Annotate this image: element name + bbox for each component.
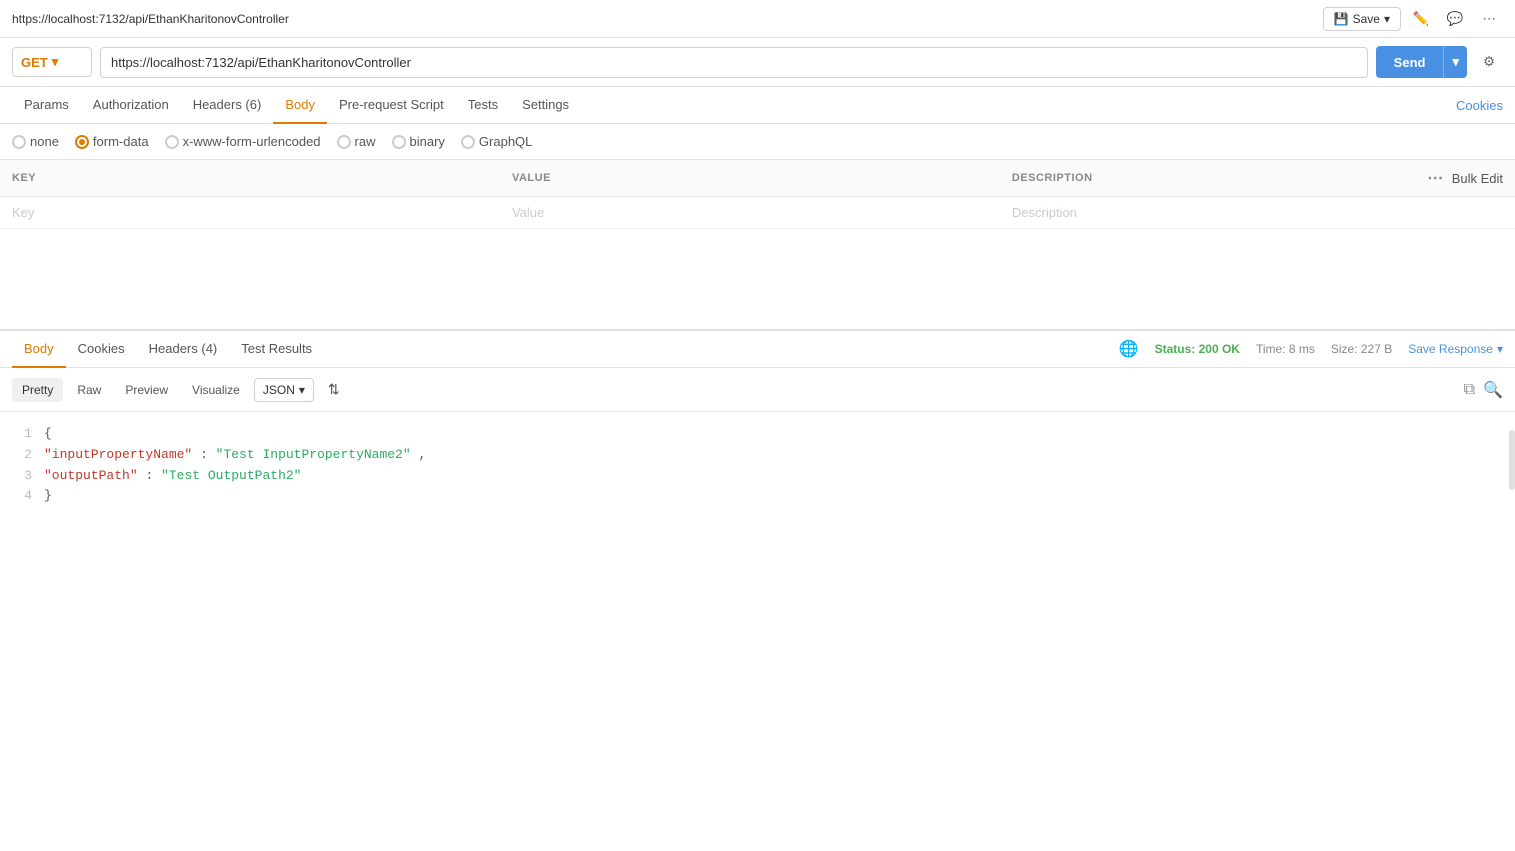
top-bar: https://localhost:7132/api/EthanKhariton…: [0, 0, 1515, 38]
send-chevron-icon[interactable]: ▾: [1443, 46, 1467, 78]
response-code-view: 1 { 2 "inputPropertyName" : "Test InputP…: [0, 412, 1515, 519]
send-button[interactable]: Send ▾: [1376, 46, 1467, 78]
code-line-4: 4 }: [12, 486, 1503, 507]
url-bar: GET ▾ Send ▾ ⚙: [0, 38, 1515, 87]
form-data-table: KEY VALUE DESCRIPTION ⋯ Bulk Edit: [0, 160, 1515, 229]
url-input[interactable]: [100, 47, 1368, 78]
sort-icon-button[interactable]: ⇅: [318, 376, 350, 403]
radio-graphql-icon: [461, 135, 475, 149]
table-row-placeholder: Key Value Description: [0, 197, 1515, 229]
top-bar-actions: 💾 Save ▾ ✏️ 💬 ⋯: [1323, 5, 1503, 33]
save-chevron-icon: ▾: [1384, 12, 1390, 26]
scrollbar[interactable]: [1509, 430, 1515, 490]
cookies-link[interactable]: Cookies: [1456, 98, 1503, 113]
resp-tab-cookies[interactable]: Cookies: [66, 331, 137, 368]
col-value: VALUE: [500, 160, 1000, 197]
response-section: Body Cookies Headers (4) Test Results 🌐 …: [0, 329, 1515, 519]
fmt-pretty[interactable]: Pretty: [12, 378, 63, 402]
response-time: Time: 8 ms: [1256, 342, 1315, 356]
code-line-2: 2 "inputPropertyName" : "Test InputPrope…: [12, 445, 1503, 466]
tab-settings[interactable]: Settings: [510, 87, 581, 124]
edit-icon-button[interactable]: ✏️: [1407, 5, 1435, 33]
tab-tests[interactable]: Tests: [456, 87, 510, 124]
response-tabs: Body Cookies Headers (4) Test Results 🌐 …: [0, 331, 1515, 368]
body-type-raw[interactable]: raw: [337, 134, 376, 149]
description-placeholder[interactable]: Description: [1000, 197, 1515, 229]
form-data-table-container: KEY VALUE DESCRIPTION ⋯ Bulk Edit: [0, 160, 1515, 229]
method-label: GET: [21, 55, 48, 70]
radio-formdata-icon: [75, 135, 89, 149]
method-chevron-icon: ▾: [52, 54, 59, 70]
body-type-selector: none form-data x-www-form-urlencoded raw…: [0, 124, 1515, 160]
response-status-area: 🌐 Status: 200 OK Time: 8 ms Size: 227 B …: [1119, 339, 1503, 359]
tab-prerequest[interactable]: Pre-request Script: [327, 87, 456, 124]
format-right-actions: ⧉ 🔍: [1464, 380, 1503, 400]
resp-tab-test-results[interactable]: Test Results: [229, 331, 324, 368]
more-options-button[interactable]: ⋯: [1475, 5, 1503, 33]
body-type-graphql[interactable]: GraphQL: [461, 134, 532, 149]
comment-icon-button[interactable]: 💬: [1441, 5, 1469, 33]
code-line-3: 3 "outputPath" : "Test OutputPath2": [12, 466, 1503, 487]
tab-headers[interactable]: Headers (6): [181, 87, 274, 124]
key-placeholder[interactable]: Key: [0, 197, 500, 229]
bulk-edit-button[interactable]: Bulk Edit: [1452, 171, 1503, 186]
body-type-none[interactable]: none: [12, 134, 59, 149]
search-icon[interactable]: 🔍: [1483, 380, 1503, 400]
radio-none-icon: [12, 135, 26, 149]
json-format-selector[interactable]: JSON ▾: [254, 378, 314, 402]
tab-authorization[interactable]: Authorization: [81, 87, 181, 124]
fmt-raw[interactable]: Raw: [67, 378, 111, 402]
save-button[interactable]: 💾 Save ▾: [1323, 7, 1401, 31]
col-key: KEY: [0, 160, 500, 197]
response-icon: 🌐: [1119, 339, 1139, 359]
fmt-visualize[interactable]: Visualize: [182, 378, 250, 402]
json-chevron-icon: ▾: [299, 383, 305, 397]
tab-body[interactable]: Body: [273, 87, 327, 124]
body-type-urlencoded[interactable]: x-www-form-urlencoded: [165, 134, 321, 149]
radio-binary-icon: [392, 135, 406, 149]
more-columns-icon[interactable]: ⋯: [1427, 168, 1444, 188]
tab-params[interactable]: Params: [12, 87, 81, 124]
code-line-1: 1 {: [12, 424, 1503, 445]
radio-urlencoded-icon: [165, 135, 179, 149]
settings-icon-button[interactable]: ⚙: [1475, 48, 1503, 76]
save-response-button[interactable]: Save Response ▾: [1408, 342, 1503, 356]
value-placeholder[interactable]: Value: [500, 197, 1000, 229]
save-icon: 💾: [1334, 12, 1349, 26]
status-badge: Status: 200 OK: [1155, 342, 1240, 356]
save-resp-chevron-icon: ▾: [1497, 342, 1503, 356]
resp-tab-headers[interactable]: Headers (4): [137, 331, 230, 368]
radio-raw-icon: [337, 135, 351, 149]
method-selector[interactable]: GET ▾: [12, 47, 92, 77]
copy-icon[interactable]: ⧉: [1464, 381, 1475, 399]
body-type-form-data[interactable]: form-data: [75, 134, 149, 149]
resp-tab-body[interactable]: Body: [12, 331, 66, 368]
col-description: DESCRIPTION ⋯ Bulk Edit: [1000, 160, 1515, 197]
response-size: Size: 227 B: [1331, 342, 1392, 356]
request-title: https://localhost:7132/api/EthanKhariton…: [12, 12, 289, 26]
send-label: Send: [1376, 47, 1444, 78]
request-tabs: Params Authorization Headers (6) Body Pr…: [0, 87, 1515, 124]
fmt-preview[interactable]: Preview: [115, 378, 178, 402]
body-type-binary[interactable]: binary: [392, 134, 445, 149]
format-bar: Pretty Raw Preview Visualize JSON ▾ ⇅ ⧉ …: [0, 368, 1515, 412]
